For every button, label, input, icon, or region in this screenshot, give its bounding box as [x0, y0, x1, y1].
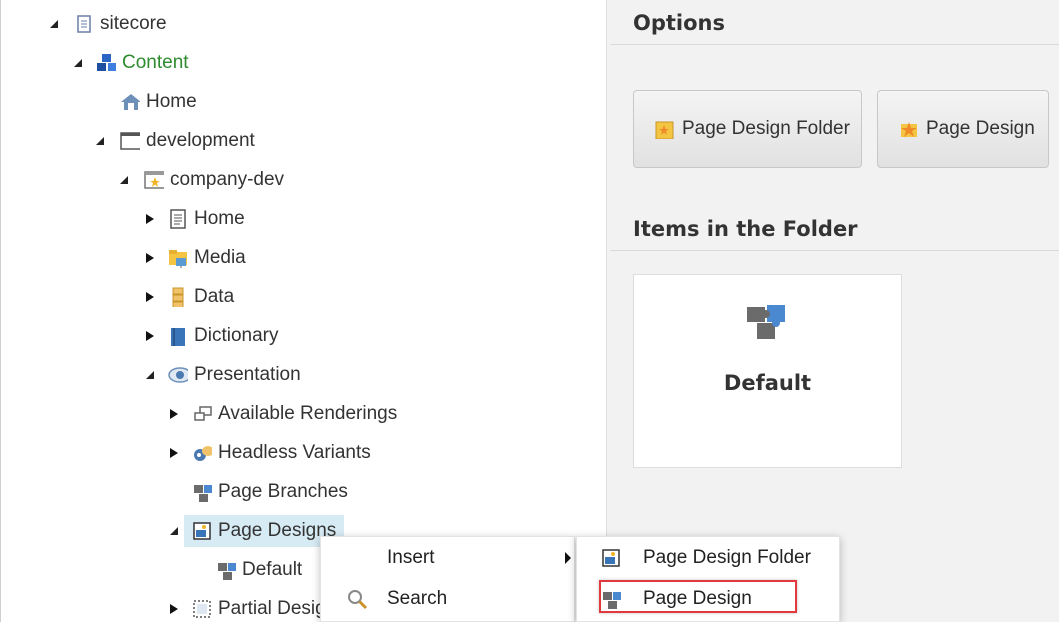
tree-label: Home: [146, 91, 197, 112]
insert-submenu: Page Design Folder Page Design: [576, 536, 840, 622]
tree-item-company-dev[interactable]: company-dev: [118, 167, 284, 193]
cubes-icon: [97, 54, 116, 71]
tree-label: company-dev: [170, 169, 285, 190]
tree-label: Page Designs: [218, 520, 337, 541]
tree-label: Dictionary: [194, 325, 279, 346]
puzzle-icon: [194, 485, 212, 502]
document-icon: [170, 209, 186, 229]
tree-label: Content: [122, 52, 189, 73]
menu-item-label: Page Design Folder: [643, 547, 811, 568]
collapse-arrow-icon[interactable]: [48, 18, 60, 30]
tree-item-page-designs[interactable]: Page Designs: [168, 515, 345, 547]
window-edge: [0, 0, 1, 622]
page-design-button[interactable]: Page Design: [877, 90, 1049, 168]
tree-item-content[interactable]: Content: [72, 50, 189, 76]
tree-label: Presentation: [194, 364, 301, 385]
expand-arrow-icon[interactable]: [168, 603, 180, 615]
divider: [610, 250, 1059, 251]
tree-label: Page Branches: [218, 481, 348, 502]
media-folder-icon: [169, 250, 187, 268]
page-design-folder-icon: [602, 549, 620, 567]
menu-item-insert[interactable]: Insert: [321, 538, 574, 578]
content-tree: sitecore Content Home development compan…: [34, 0, 606, 622]
site-icon: [144, 171, 164, 189]
tree-item-available-renderings[interactable]: Available Renderings: [168, 401, 397, 427]
book-icon: [171, 328, 185, 346]
partial-design-icon: [193, 600, 211, 618]
menu-item-label: Search: [387, 588, 448, 609]
page-design-folder-icon: [655, 121, 674, 139]
tree-item-headless-variants[interactable]: Headless Variants: [168, 440, 371, 466]
expand-arrow-icon[interactable]: [144, 213, 156, 225]
tree-label: Default: [242, 559, 303, 580]
context-menu: Insert Search: [320, 536, 575, 622]
button-label: Page Design Folder: [682, 118, 850, 139]
submenu-arrow-icon: [565, 552, 571, 564]
tree-label: Home: [194, 208, 245, 229]
menu-item-label: Insert: [387, 547, 435, 568]
expand-arrow-icon[interactable]: [144, 330, 156, 342]
tree-item-default[interactable]: Default: [216, 557, 302, 583]
menu-item-search[interactable]: Search: [321, 579, 574, 619]
tree-item-presentation[interactable]: Presentation: [144, 362, 301, 388]
items-in-folder-title: Items in the Folder: [633, 217, 858, 241]
tree-label: development: [146, 130, 255, 151]
document-icon: [77, 15, 91, 33]
tree-label: Available Renderings: [218, 403, 398, 424]
tree-label: Media: [194, 247, 246, 268]
database-icon: [172, 287, 184, 307]
puzzle-icon: [218, 563, 236, 580]
tree-item-media[interactable]: Media: [144, 245, 246, 271]
options-title: Options: [633, 11, 725, 35]
button-label: Page Design: [926, 118, 1035, 139]
tree-label: Headless Variants: [218, 442, 371, 463]
collapse-arrow-icon[interactable]: [168, 525, 180, 537]
expand-arrow-icon[interactable]: [144, 252, 156, 264]
expand-arrow-icon[interactable]: [168, 447, 180, 459]
tree-item-development[interactable]: development: [94, 128, 255, 154]
options-panel: Options Page Design Folder Page Design I…: [610, 0, 1059, 622]
tree-item-sitecore[interactable]: sitecore: [48, 11, 167, 37]
tree-item-home-root[interactable]: Home: [120, 89, 197, 115]
tree-label: Data: [194, 286, 235, 307]
page-design-folder-button[interactable]: Page Design Folder: [633, 90, 862, 168]
expand-arrow-icon[interactable]: [144, 291, 156, 303]
collapse-arrow-icon[interactable]: [72, 57, 84, 69]
renderings-icon: [194, 406, 212, 421]
tree-label: sitecore: [100, 13, 167, 34]
tree-item-home[interactable]: Home: [144, 206, 245, 232]
puzzle-icon: [747, 305, 785, 339]
expand-arrow-icon[interactable]: [168, 408, 180, 420]
collapse-arrow-icon[interactable]: [94, 135, 106, 147]
tree-item-dictionary[interactable]: Dictionary: [144, 323, 278, 349]
home-icon: [121, 94, 140, 110]
item-label: Default: [723, 371, 812, 395]
folder-item-card[interactable]: Default: [633, 274, 902, 468]
search-icon: [348, 590, 368, 610]
variants-icon: [194, 446, 212, 461]
divider: [610, 44, 1059, 45]
page-design-icon: [901, 122, 917, 137]
tree-item-page-branches[interactable]: Page Branches: [192, 479, 348, 505]
highlight-box: [599, 580, 797, 613]
collapse-arrow-icon[interactable]: [144, 369, 156, 381]
eye-icon: [168, 367, 188, 383]
page-design-folder-icon: [193, 522, 211, 540]
tree-item-data[interactable]: Data: [144, 284, 234, 310]
collapse-arrow-icon[interactable]: [118, 174, 130, 186]
window-icon: [120, 132, 140, 150]
submenu-item-page-design-folder[interactable]: Page Design Folder: [577, 538, 839, 578]
